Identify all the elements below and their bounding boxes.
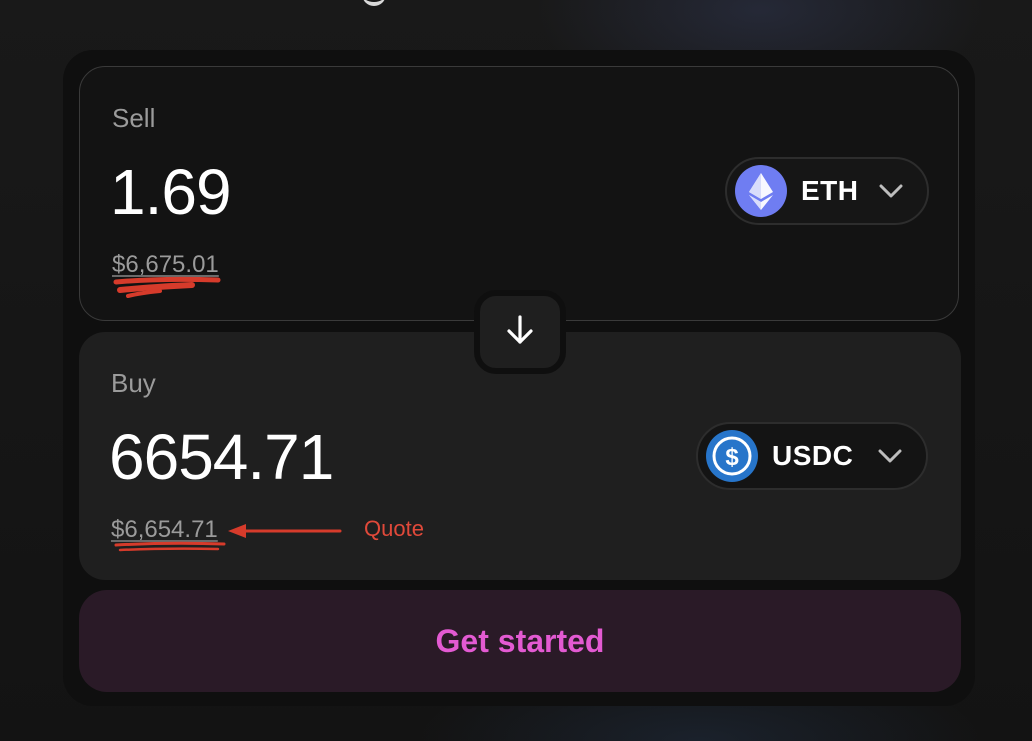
- buy-fiat-value: $6,654.71: [111, 516, 218, 543]
- buy-amount-input[interactable]: 6654.71: [109, 420, 334, 494]
- eth-icon: [735, 165, 787, 217]
- sell-panel: Sell 1.69 $6,675.01 ETH: [79, 66, 959, 321]
- swap-direction-button[interactable]: [474, 290, 566, 374]
- quote-annotation-label: Quote: [364, 516, 424, 541]
- usdc-icon: $: [706, 430, 758, 482]
- sell-label: Sell: [112, 103, 156, 133]
- buy-token-selector[interactable]: $ USDC: [696, 422, 928, 490]
- buy-token-symbol: USDC: [772, 440, 854, 471]
- arrow-down-icon: [503, 313, 537, 352]
- chevron-down-icon: [877, 177, 905, 205]
- sell-amount-input[interactable]: 1.69: [110, 155, 232, 229]
- buy-label: Buy: [111, 368, 156, 398]
- get-started-button[interactable]: Get started: [79, 590, 961, 692]
- svg-text:$: $: [725, 444, 739, 471]
- get-started-label: Get started: [435, 622, 605, 659]
- chevron-down-icon: [876, 442, 904, 470]
- sell-fiat-value: $6,675.01: [112, 251, 219, 278]
- sell-token-selector[interactable]: ETH: [725, 157, 929, 225]
- sell-token-symbol: ETH: [801, 175, 859, 206]
